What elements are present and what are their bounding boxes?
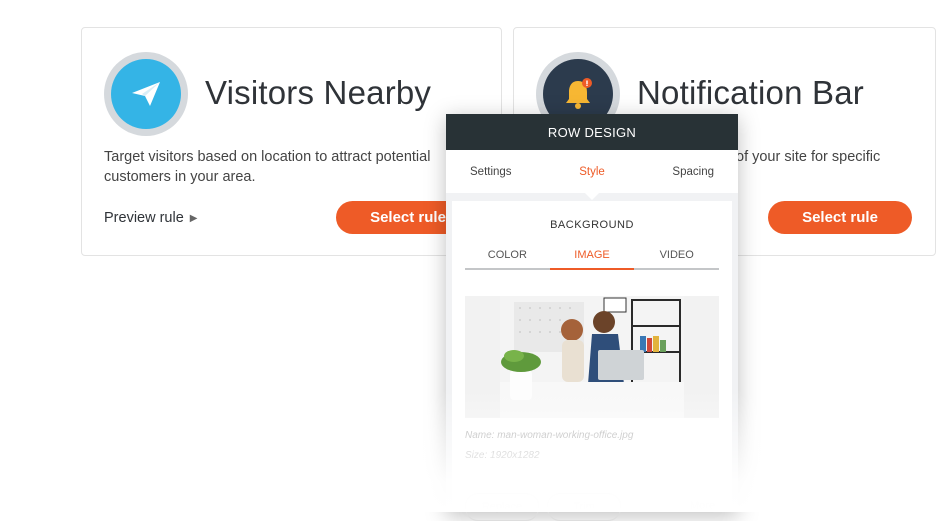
- background-image-preview[interactable]: [465, 296, 719, 418]
- background-heading: BACKGROUND: [550, 219, 634, 231]
- card-description: of your site for specific: [736, 149, 881, 165]
- style-section: BACKGROUND COLOR IMAGE VIDEO Name: man-w…: [452, 201, 732, 521]
- image-size: Size: 1920x1282: [465, 450, 540, 461]
- tab-color[interactable]: COLOR: [465, 248, 550, 268]
- replace-button[interactable]: Replace: [465, 493, 539, 521]
- tab-settings[interactable]: Settings: [470, 166, 512, 178]
- tab-image[interactable]: IMAGE: [549, 248, 635, 270]
- card-title: Visitors Nearby: [205, 74, 432, 111]
- preview-rule-label: Preview rule: [104, 210, 184, 226]
- card-description: Target visitors based on location to att…: [104, 149, 431, 185]
- panel-tab-bar: Settings Style Spacing: [446, 150, 738, 200]
- preview-rule-link[interactable]: Preview rule ▶: [104, 210, 197, 226]
- select-rule-button[interactable]: Select rule: [768, 201, 912, 234]
- play-triangle-icon: ▶: [189, 212, 198, 224]
- background-type-tabs: COLOR IMAGE VIDEO: [465, 248, 719, 270]
- office-photo-thumbnail: [500, 296, 684, 418]
- row-design-panel: ROW DESIGN Settings Style Spacing BACKGR…: [446, 114, 738, 521]
- active-tab-pointer: [584, 192, 600, 200]
- tab-style[interactable]: Style: [579, 166, 605, 178]
- paper-plane-icon: [132, 82, 160, 106]
- more-link[interactable]: More: [690, 500, 715, 512]
- panel-title: ROW DESIGN: [446, 114, 738, 150]
- image-name: Name: man-woman-working-office.jpg: [465, 430, 634, 441]
- tab-spacing[interactable]: Spacing: [672, 166, 714, 178]
- card-title: Notification Bar: [637, 74, 864, 111]
- tab-video[interactable]: VIDEO: [634, 248, 719, 268]
- card-icon-badge: [104, 52, 188, 136]
- rule-card-visitors-nearby: Visitors Nearby Target visitors based on…: [81, 27, 502, 256]
- trim-button[interactable]: Trim: [547, 493, 621, 521]
- bell-icon: [566, 78, 592, 109]
